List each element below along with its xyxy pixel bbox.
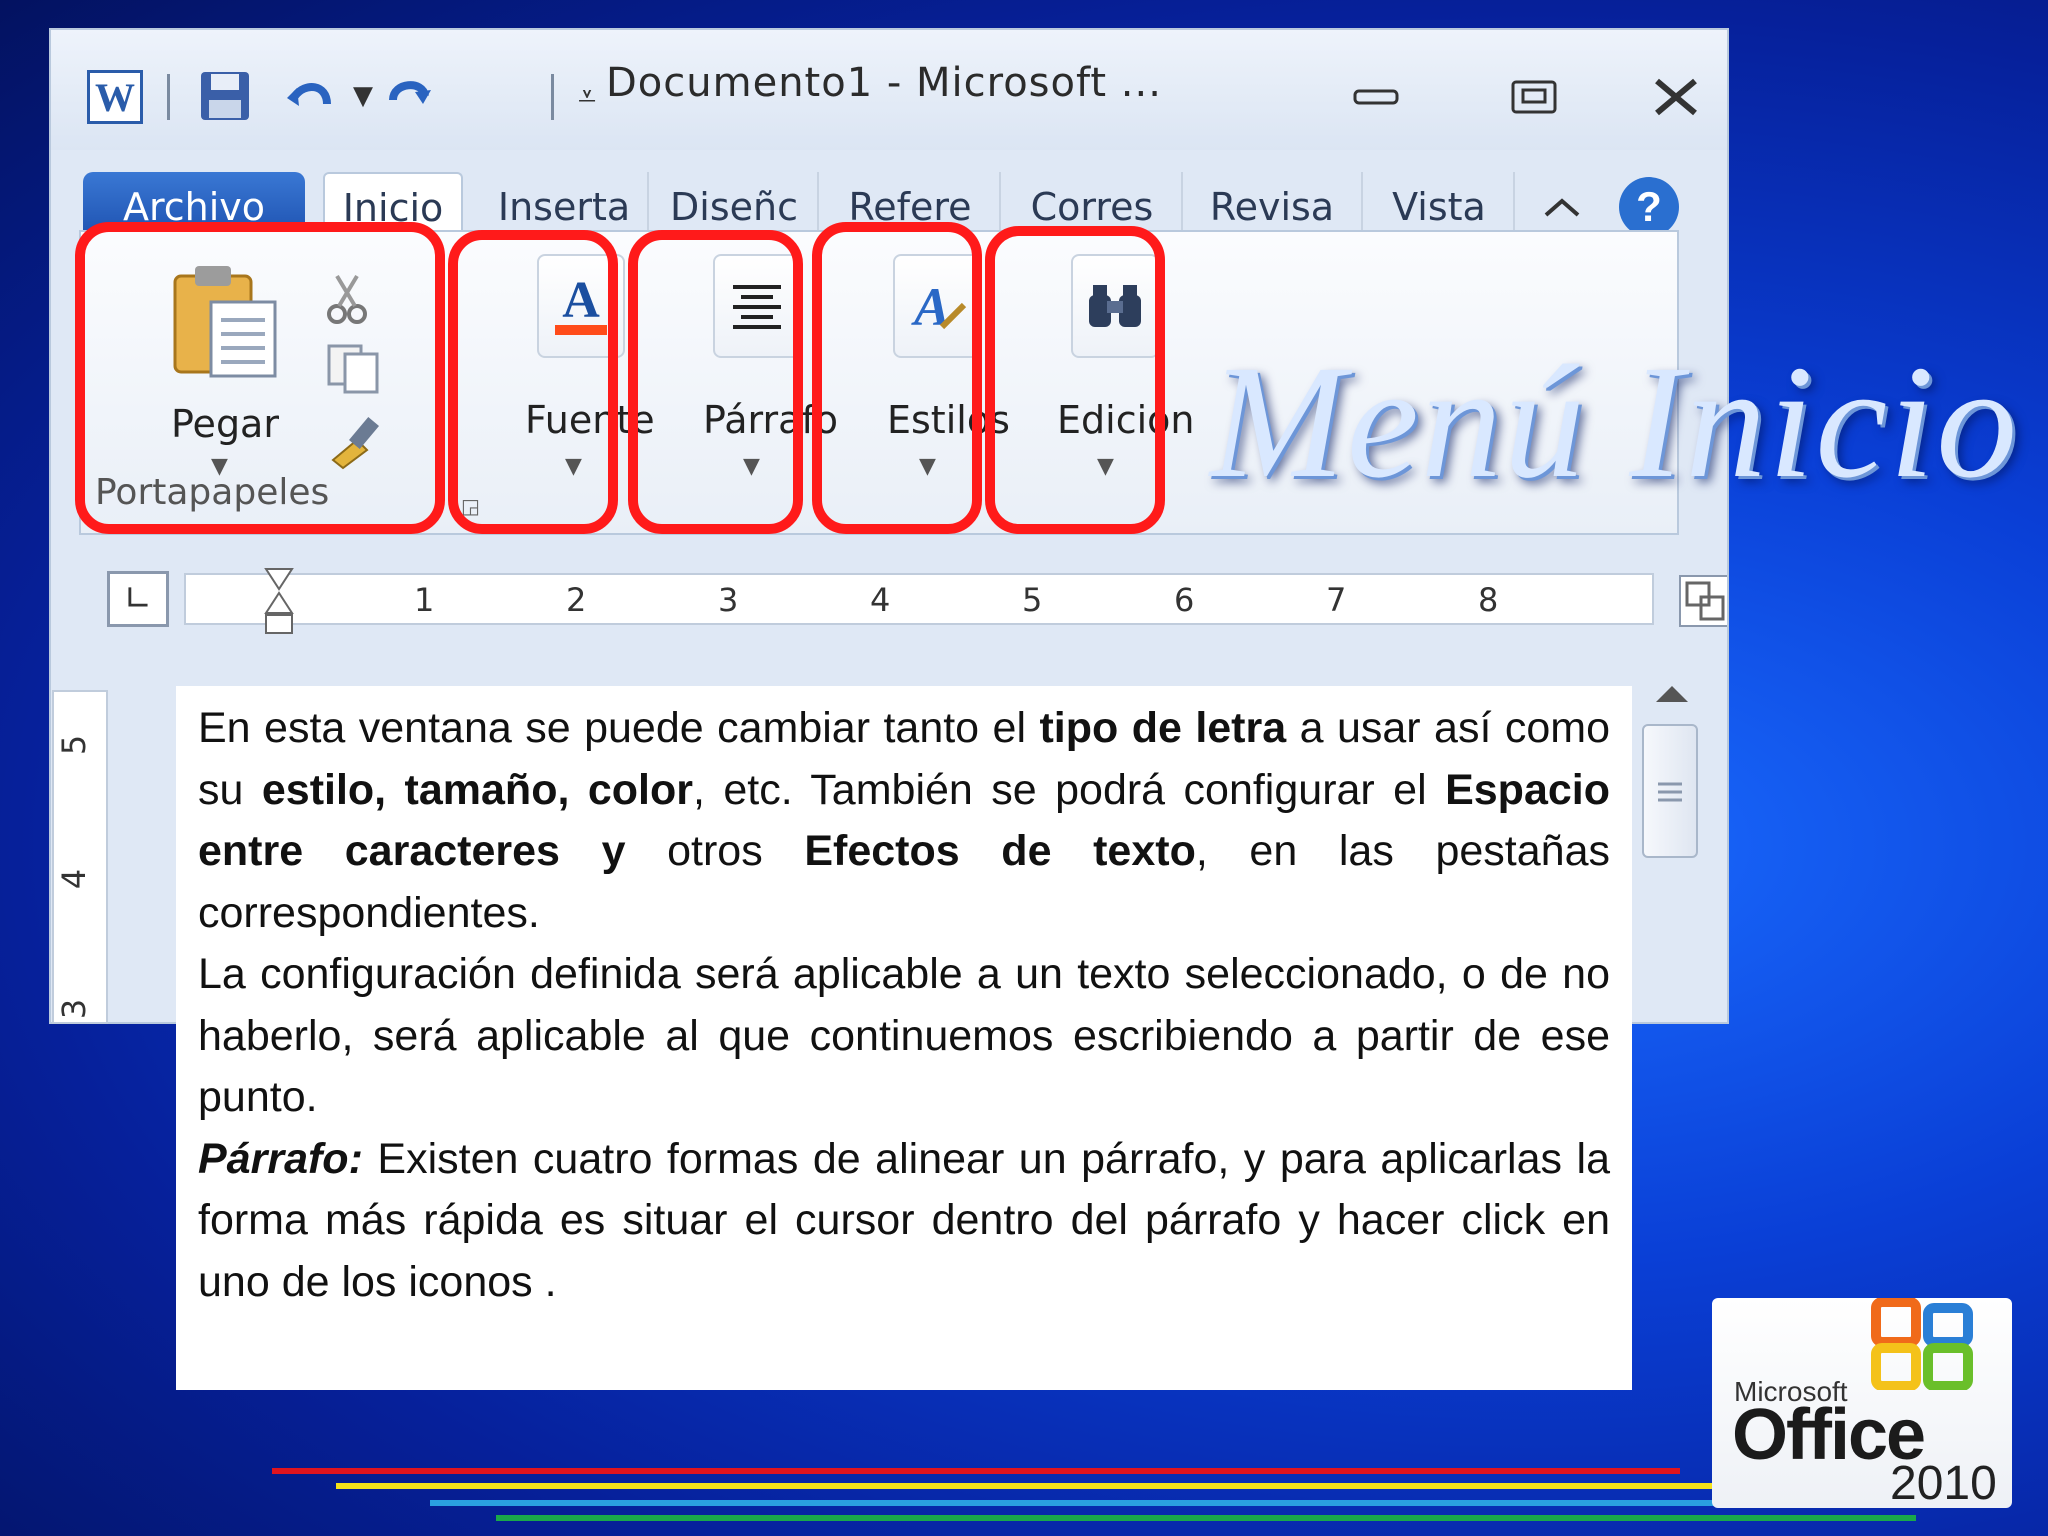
office-logo-icon [1870, 1297, 2000, 1394]
title-bar: W ▼ ⩡ Documento1 - Microsoft ... [51, 30, 1727, 150]
paragraph-highlight [628, 230, 803, 534]
view-ruler-icon[interactable] [1679, 575, 1727, 627]
toolbar-separator [167, 74, 170, 120]
bold-run: Efectos de texto [804, 827, 1196, 875]
decorative-line-yellow [336, 1483, 1744, 1489]
paragraph-2: La configuración definida será aplicable… [198, 950, 1610, 1121]
restore-icon[interactable] [1499, 72, 1569, 122]
bold-italic-run: Párrafo: [198, 1134, 363, 1183]
decorative-line-blue [430, 1500, 1830, 1506]
ruler-number: 3 [718, 581, 739, 619]
redo-icon[interactable] [381, 68, 437, 124]
office-2010-logo: Microsoft Office 2010 [1712, 1297, 2012, 1510]
office-year: 2010 [1890, 1457, 1997, 1510]
vruler-number: 5 [55, 734, 94, 756]
svg-text:?: ? [1636, 183, 1662, 230]
decorative-line-green [496, 1515, 1916, 1521]
indent-marker-icon[interactable] [264, 567, 294, 641]
clipboard-highlight [75, 222, 445, 534]
word-app-icon[interactable]: W [87, 70, 143, 124]
ruler-number: 1 [414, 581, 435, 619]
tab-selector-icon[interactable]: ∟ [107, 571, 169, 627]
vruler-number: 4 [55, 868, 94, 890]
text-run: otros [625, 827, 805, 875]
ruler-number: 5 [1022, 581, 1043, 619]
toolbar-separator [551, 74, 554, 120]
ruler-number: 4 [870, 581, 891, 619]
undo-icon[interactable] [281, 68, 337, 124]
text-run: En esta ventana se puede cambiar tanto e… [198, 704, 1040, 752]
horizontal-ruler[interactable]: 1 2 3 4 5 6 7 8 [184, 568, 1654, 634]
bold-run: tipo de letra [1039, 704, 1287, 752]
styles-highlight [812, 222, 982, 534]
ruler-number: 2 [566, 581, 587, 619]
scroll-thumb[interactable] [1642, 724, 1698, 858]
body-text: En esta ventana se puede cambiar tanto e… [198, 698, 1610, 1313]
window-title: Documento1 - Microsoft ... [606, 60, 1162, 106]
paragraph-1: En esta ventana se puede cambiar tanto e… [198, 698, 1610, 944]
text-box: En esta ventana se puede cambiar tanto e… [176, 686, 1632, 1390]
font-highlight [448, 230, 618, 534]
ruler-number: 7 [1326, 581, 1347, 619]
vertical-ruler[interactable]: 5 4 3 [52, 690, 108, 1024]
vruler-number: 3 [55, 998, 94, 1020]
paragraph-3: Párrafo: Existen cuatro formas de alinea… [198, 1129, 1610, 1314]
bold-run: estilo, tamaño, color [261, 765, 693, 814]
editing-highlight [985, 226, 1165, 534]
text-run: , etc. También se podrá configurar el [692, 765, 1446, 814]
slide-heading: Menú Inicio [1210, 333, 2020, 512]
decorative-line-red [272, 1468, 1680, 1474]
text-run: Existen cuatro formas de alinear un párr… [198, 1134, 1610, 1306]
scroll-up-icon[interactable] [1654, 684, 1690, 708]
ruler-number: 8 [1478, 581, 1499, 619]
minimize-icon[interactable] [1341, 72, 1411, 122]
save-icon[interactable] [197, 68, 253, 124]
ruler-number: 6 [1174, 581, 1195, 619]
vertical-scrollbar[interactable] [1636, 658, 1704, 1022]
close-icon[interactable] [1641, 72, 1711, 122]
horizontal-ruler-area: ∟ 1 2 3 4 5 6 7 8 [79, 545, 1727, 655]
